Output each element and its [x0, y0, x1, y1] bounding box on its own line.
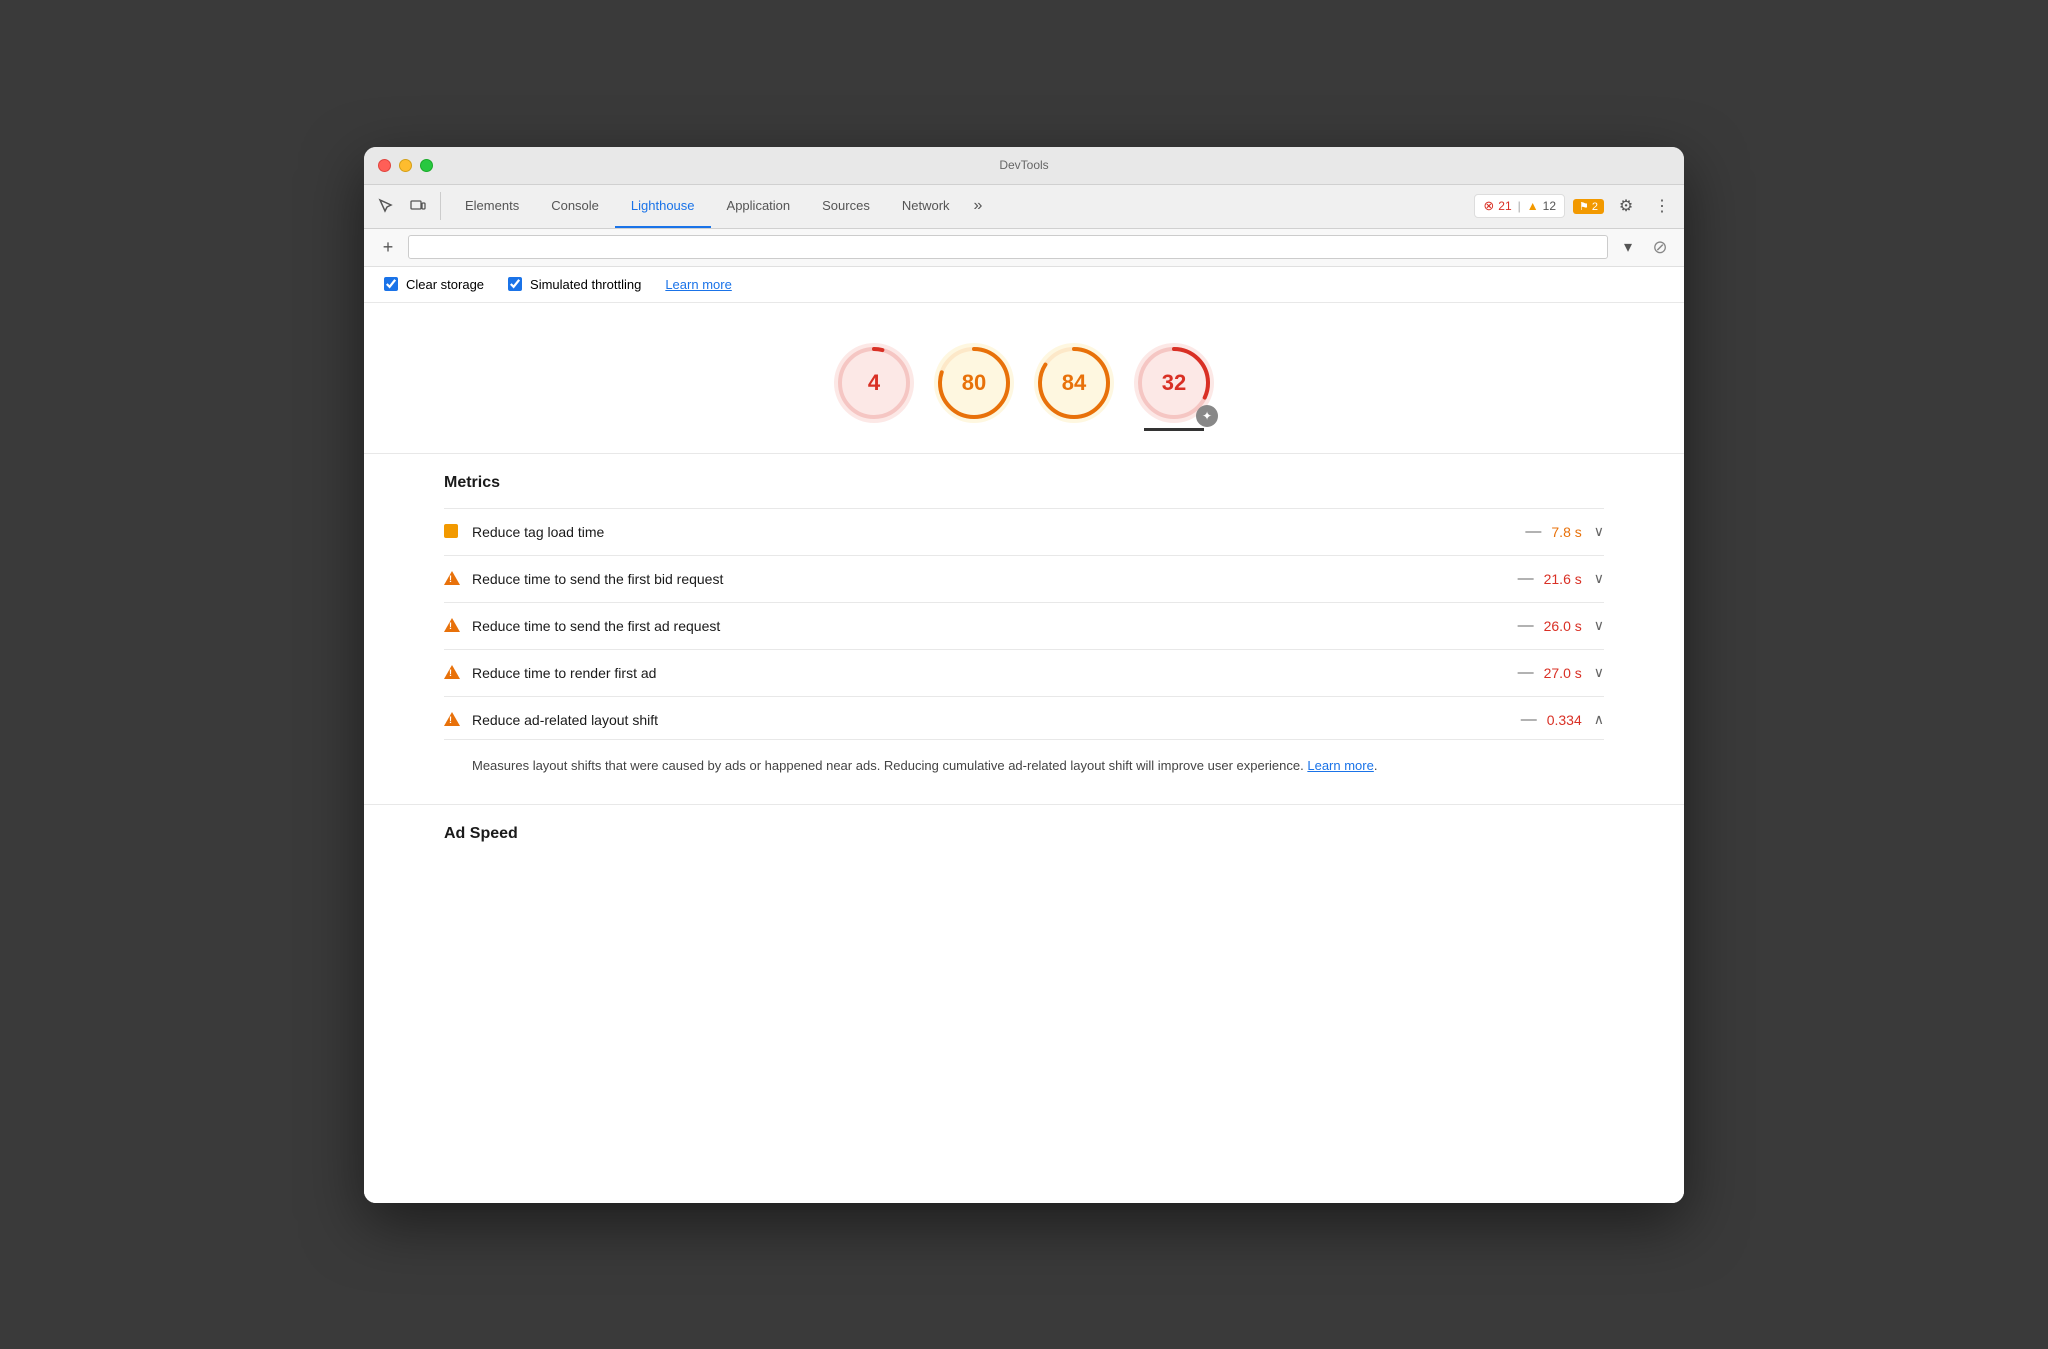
inspect-element-button[interactable]: [372, 192, 400, 220]
metrics-section: Metrics Reduce tag load time — 7.8 s ∨: [364, 454, 1684, 805]
tab-application[interactable]: Application: [711, 184, 807, 228]
error-icon: ⊗: [1483, 198, 1494, 214]
more-tabs-button[interactable]: »: [966, 197, 991, 215]
error-count: 21: [1498, 199, 1511, 213]
metric-dash-5: —: [1521, 711, 1537, 729]
tab-console[interactable]: Console: [535, 184, 615, 228]
maximize-button[interactable]: [420, 159, 433, 172]
settings-button[interactable]: ⚙: [1612, 192, 1640, 220]
metrics-title: Metrics: [444, 454, 1604, 508]
window-title: DevTools: [999, 158, 1048, 172]
url-input[interactable]: [408, 235, 1608, 259]
metric-row-5[interactable]: Reduce ad-related layout shift — 0.334 ∧: [444, 697, 1604, 739]
info-badge[interactable]: ⚑2: [1573, 199, 1604, 214]
metric-label-5: Reduce ad-related layout shift: [472, 712, 1515, 728]
metric-row-3[interactable]: Reduce time to send the first ad request…: [444, 602, 1604, 649]
metric-value-3: 26.0 s: [1544, 618, 1582, 634]
tab-network[interactable]: Network: [886, 184, 966, 228]
clear-storage-checkbox[interactable]: Clear storage: [384, 277, 484, 292]
metric-row-5-container: Reduce ad-related layout shift — 0.334 ∧…: [444, 696, 1604, 805]
metric-row-1[interactable]: Reduce tag load time — 7.8 s ∨: [444, 508, 1604, 555]
error-badge-group[interactable]: ⊗ 21 | ▲ 12: [1474, 194, 1565, 218]
tab-bar: Elements Console Lighthouse Application …: [364, 185, 1684, 229]
minimize-button[interactable]: [399, 159, 412, 172]
warning-count: 12: [1543, 199, 1556, 213]
metric-icon-3: [444, 618, 460, 634]
metric-icon-2: [444, 571, 460, 587]
close-button[interactable]: [378, 159, 391, 172]
secondary-bar: + ▾ ⊘: [364, 229, 1684, 267]
chevron-1: ∨: [1594, 523, 1604, 540]
more-options-button[interactable]: ⋮: [1648, 192, 1676, 220]
plugin-badge: ✦: [1196, 405, 1218, 427]
metric-value-1: 7.8 s: [1551, 524, 1581, 540]
tab-lighthouse[interactable]: Lighthouse: [615, 184, 711, 228]
chevron-5: ∧: [1594, 711, 1604, 728]
chevron-4: ∨: [1594, 664, 1604, 681]
ad-speed-title: Ad Speed: [444, 805, 1604, 859]
metric-description-5: Measures layout shifts that were caused …: [472, 740, 1604, 785]
ad-speed-section: Ad Speed: [364, 804, 1684, 859]
dropdown-button[interactable]: ▾: [1616, 235, 1640, 259]
metric-value-4: 27.0 s: [1544, 665, 1582, 681]
chevron-3: ∨: [1594, 617, 1604, 634]
metric-value-5: 0.334: [1547, 712, 1582, 728]
score-circle-3[interactable]: 84: [1034, 343, 1114, 423]
simulated-throttling-checkbox[interactable]: Simulated throttling: [508, 277, 641, 292]
device-toggle-button[interactable]: [404, 192, 432, 220]
metric-dash-4: —: [1518, 664, 1534, 682]
score-circle-2[interactable]: 80: [934, 343, 1014, 423]
devtools-body: Elements Console Lighthouse Application …: [364, 185, 1684, 1203]
metric-row-4[interactable]: Reduce time to render first ad — 27.0 s …: [444, 649, 1604, 696]
tab-icons: [372, 192, 441, 220]
info-icon: ⚑: [1579, 201, 1589, 213]
score-circle-1[interactable]: 4: [834, 343, 914, 423]
chevron-2: ∨: [1594, 570, 1604, 587]
devtools-window: DevTools Elements: [364, 147, 1684, 1203]
add-button[interactable]: +: [376, 235, 400, 259]
scores-section: 4 80: [364, 303, 1684, 454]
metric-icon-1: [444, 524, 460, 540]
metric-row-2[interactable]: Reduce time to send the first bid reques…: [444, 555, 1604, 602]
metric-dash-3: —: [1518, 617, 1534, 635]
tab-elements[interactable]: Elements: [449, 184, 535, 228]
checkbox-bar: Clear storage Simulated throttling Learn…: [364, 267, 1684, 303]
active-score-indicator: [1144, 428, 1204, 431]
tabs: Elements Console Lighthouse Application …: [449, 184, 1474, 228]
tab-sources[interactable]: Sources: [806, 184, 886, 228]
metric-icon-4: [444, 665, 460, 681]
metric-label-4: Reduce time to render first ad: [472, 665, 1512, 681]
warning-icon: ▲: [1527, 199, 1539, 213]
block-button[interactable]: ⊘: [1648, 235, 1672, 259]
metric-dash-1: —: [1525, 523, 1541, 541]
throttling-learn-more-link[interactable]: Learn more: [665, 277, 731, 292]
score-circle-4[interactable]: 32 ✦: [1134, 343, 1214, 423]
metric-expanded-5: Measures layout shifts that were caused …: [444, 739, 1604, 805]
metric-label-2: Reduce time to send the first bid reques…: [472, 571, 1512, 587]
tab-right-controls: ⊗ 21 | ▲ 12 ⚑2 ⚙ ⋮: [1474, 192, 1676, 220]
metric-label-3: Reduce time to send the first ad request: [472, 618, 1512, 634]
metric-value-2: 21.6 s: [1544, 571, 1582, 587]
metric-dash-2: —: [1518, 570, 1534, 588]
traffic-lights: [378, 159, 433, 172]
metric-learn-more-link[interactable]: Learn more: [1307, 758, 1373, 773]
title-bar: DevTools: [364, 147, 1684, 185]
main-content: 4 80: [364, 303, 1684, 1203]
metric-icon-5: [444, 712, 460, 728]
metric-label-1: Reduce tag load time: [472, 524, 1519, 540]
